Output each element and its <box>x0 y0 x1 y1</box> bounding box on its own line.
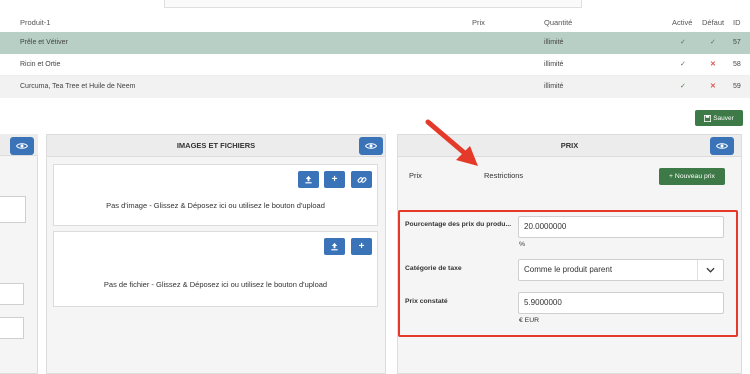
left-input-2[interactable] <box>0 283 24 305</box>
no-image-text: Pas d'image - Glissez & Déposez ici ou u… <box>106 201 325 210</box>
price-eye-button[interactable] <box>710 137 734 155</box>
row-id: 59 <box>733 83 741 90</box>
left-panel-eye-button[interactable] <box>10 137 34 155</box>
col-price: Prix <box>472 18 485 27</box>
default-cross-icon[interactable]: ✕ <box>710 54 716 76</box>
row-id: 57 <box>733 39 741 46</box>
upload-icon <box>331 242 338 251</box>
default-cross-icon[interactable]: ✕ <box>710 76 716 98</box>
upload-icon <box>305 175 312 184</box>
left-input-1[interactable] <box>0 196 26 223</box>
col-default: Défaut <box>702 18 725 27</box>
row-id: 58 <box>733 61 741 68</box>
top-filter-box <box>164 0 582 8</box>
save-button[interactable]: Sauver <box>695 110 743 126</box>
add-image-button[interactable]: + <box>324 171 345 188</box>
active-check-icon[interactable]: ✓ <box>680 76 686 98</box>
save-label: Sauver <box>713 114 734 122</box>
new-price-button[interactable]: + Nouveau prix <box>659 168 725 185</box>
annotation-highlight-box <box>398 210 738 337</box>
eye-icon <box>365 143 377 149</box>
table-row[interactable]: Prêle et Vétiver illimité ✓ ✓ 57 <box>0 32 750 54</box>
row-qty: illimité <box>544 83 564 90</box>
active-check-icon[interactable]: ✓ <box>680 54 686 76</box>
tab-prix[interactable]: Prix <box>409 171 422 180</box>
table-row[interactable]: Curcuma, Tea Tree et Huile de Neem illim… <box>0 76 750 98</box>
row-name: Curcuma, Tea Tree et Huile de Neem <box>20 83 136 90</box>
col-id: ID <box>733 18 741 27</box>
row-name: Prêle et Vétiver <box>20 39 68 46</box>
images-eye-button[interactable] <box>359 137 383 155</box>
images-panel-title: IMAGES ET FICHIERS <box>47 135 385 157</box>
default-check-icon[interactable]: ✓ <box>710 32 716 54</box>
eye-icon <box>16 143 28 149</box>
upload-file-button[interactable] <box>324 238 345 255</box>
link-image-button[interactable] <box>351 171 372 188</box>
left-input-3[interactable] <box>0 317 24 339</box>
table-row[interactable]: Ricin et Ortie illimité ✓ ✕ 58 <box>0 54 750 76</box>
annotation-arrow <box>425 119 478 166</box>
col-active: Activé <box>672 18 693 27</box>
col-product: Produit-1 <box>20 18 51 27</box>
table-header: Produit-1 Prix Quantité Activé Défaut ID <box>0 14 750 34</box>
active-check-icon[interactable]: ✓ <box>680 32 686 54</box>
add-file-button[interactable]: + <box>351 238 372 255</box>
row-name: Ricin et Ortie <box>20 61 61 68</box>
col-quantity: Quantité <box>544 18 573 27</box>
eye-icon <box>716 143 728 149</box>
no-file-text: Pas de fichier - Glissez & Déposez ici o… <box>103 280 328 289</box>
tab-restrictions[interactable]: Restrictions <box>484 171 523 180</box>
upload-image-button[interactable] <box>298 171 319 188</box>
floppy-icon <box>704 114 712 122</box>
row-qty: illimité <box>544 39 564 46</box>
plus-icon: + <box>358 241 365 252</box>
plus-icon: + <box>331 174 338 185</box>
row-qty: illimité <box>544 61 564 68</box>
link-icon <box>357 176 366 183</box>
